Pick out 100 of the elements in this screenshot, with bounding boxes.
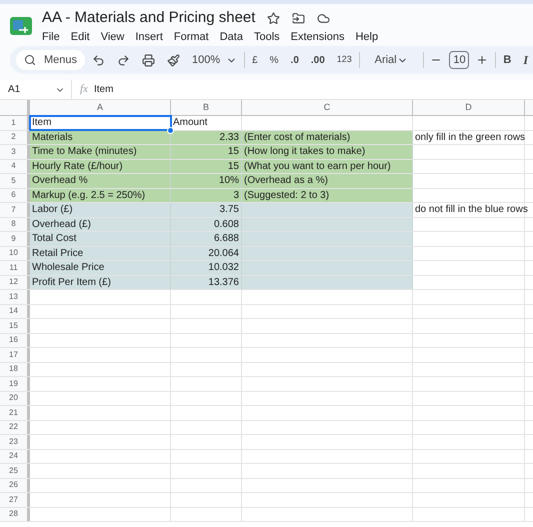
table-cell[interactable]: 3.75 [171, 203, 242, 216]
table-cell[interactable]: Profit Per Item (£) [30, 276, 171, 289]
table-cell[interactable]: 0.608 [171, 218, 242, 231]
table-cell[interactable]: Time to Make (minutes) [30, 145, 171, 158]
row-header[interactable]: 8 [0, 218, 30, 231]
table-cell[interactable]: (How long it takes to make) [242, 145, 413, 158]
increase-decimals-button[interactable]: .00 [306, 48, 330, 72]
table-cell[interactable]: 6.688 [171, 232, 242, 246]
bold-button[interactable]: B [498, 48, 516, 72]
column-header[interactable]: B [171, 100, 242, 115]
document-title[interactable]: AA - Materials and Pricing sheet [42, 8, 256, 28]
table-cell[interactable] [242, 261, 413, 274]
row-header[interactable]: 15 [0, 319, 30, 332]
zoom-dropdown[interactable]: 100% [187, 48, 242, 72]
table-cell[interactable]: only fill in the green rows [413, 130, 525, 144]
menu-item[interactable]: Insert [135, 29, 163, 46]
column-header[interactable]: C [242, 100, 413, 115]
row-header[interactable]: 17 [0, 348, 30, 362]
table-cell[interactable]: Wholesale Price [30, 261, 171, 274]
row-header[interactable]: 21 [0, 406, 30, 420]
font-dropdown[interactable]: Arial [362, 48, 421, 72]
row-header[interactable]: 5 [0, 174, 30, 188]
row-header[interactable]: 18 [0, 362, 30, 376]
row-header[interactable]: 22 [0, 420, 30, 434]
row-header[interactable]: 3 [0, 145, 30, 158]
number-format-button[interactable]: 123 [332, 48, 357, 72]
row-header[interactable]: 27 [0, 493, 30, 506]
formula-field[interactable]: Item [94, 82, 114, 97]
menu-item[interactable]: Extensions [290, 29, 344, 46]
table-cell[interactable]: Labor (£) [30, 203, 171, 216]
font-size-field[interactable]: 10 [449, 51, 470, 69]
cloud-icon[interactable] [317, 12, 330, 24]
name-box[interactable]: A1 [0, 80, 72, 99]
table-cell[interactable]: Item [30, 116, 171, 130]
row-header[interactable]: 20 [0, 392, 30, 405]
row-header[interactable]: 9 [0, 232, 30, 246]
table-cell[interactable] [242, 246, 413, 260]
table-cell[interactable]: Retail Price [30, 246, 171, 260]
row-header[interactable]: 28 [0, 508, 30, 521]
currency-button[interactable]: £ [247, 48, 263, 72]
move-folder-icon[interactable] [292, 12, 306, 24]
table-cell[interactable]: 10.032 [171, 261, 242, 274]
menus-search-field[interactable]: Menus [16, 50, 86, 70]
row-header[interactable]: 7 [0, 203, 30, 216]
table-cell[interactable]: (Enter cost of materials) [242, 130, 413, 144]
row-header[interactable]: 24 [0, 450, 30, 463]
column-header[interactable]: D [413, 100, 525, 115]
percent-button[interactable]: % [264, 48, 284, 72]
row-header[interactable]: 14 [0, 304, 30, 318]
function-icon: fx [80, 81, 88, 98]
table-cell[interactable]: 10% [171, 174, 242, 188]
table-cell[interactable]: 15 [171, 160, 242, 173]
selection-handle[interactable] [167, 126, 174, 134]
menu-item[interactable]: File [42, 29, 60, 46]
decrease-decimals-button[interactable]: .0 [286, 48, 304, 72]
table-cell[interactable]: Overhead (£) [30, 218, 171, 231]
row-header[interactable]: 12 [0, 276, 30, 289]
row-header[interactable]: 25 [0, 464, 30, 478]
table-cell[interactable]: (Suggested: 2 to 3) [242, 188, 413, 202]
table-cell[interactable] [242, 232, 413, 246]
redo-icon [117, 54, 130, 66]
menu-item[interactable]: View [100, 29, 124, 46]
row-header[interactable]: 19 [0, 377, 30, 390]
star-icon[interactable] [267, 12, 280, 24]
table-cell[interactable]: do not fill in the blue rows [413, 203, 525, 216]
italic-button[interactable]: I [518, 48, 533, 72]
table-cell[interactable] [242, 203, 413, 216]
menu-item[interactable]: Tools [254, 29, 280, 46]
table-cell[interactable]: Markup (e.g. 2.5 = 250%) [30, 188, 171, 202]
row-header[interactable]: 2 [0, 130, 30, 144]
table-cell[interactable] [242, 218, 413, 231]
table-cell[interactable]: Materials [30, 130, 171, 144]
row-header[interactable]: 11 [0, 261, 30, 274]
table-cell[interactable]: Hourly Rate (£/hour) [30, 160, 171, 173]
row-header[interactable]: 16 [0, 334, 30, 347]
row-header[interactable]: 26 [0, 478, 30, 492]
menu-item[interactable]: Edit [70, 29, 90, 46]
menu-item[interactable]: Format [174, 29, 209, 46]
row-header[interactable]: 1 [0, 116, 30, 130]
spreadsheet-logo-icon[interactable] [10, 17, 32, 35]
table-cell[interactable]: 2.33 [171, 130, 242, 144]
table-cell[interactable]: (Overhead as a %) [242, 174, 413, 188]
table-cell[interactable]: Total Cost [30, 232, 171, 246]
table-cell[interactable]: Amount [171, 116, 242, 130]
row-header[interactable]: 23 [0, 435, 30, 448]
menu-item[interactable]: Help [355, 29, 378, 46]
table-cell[interactable]: 3 [171, 188, 242, 202]
row-header[interactable]: 6 [0, 188, 30, 202]
row-header[interactable]: 10 [0, 246, 30, 260]
table-cell[interactable]: (What you want to earn per hour) [242, 160, 413, 173]
row-header[interactable]: 13 [0, 290, 30, 304]
undo-icon [92, 54, 106, 66]
table-cell[interactable]: 15 [171, 145, 242, 158]
table-cell[interactable] [242, 276, 413, 289]
table-cell[interactable]: 20.064 [171, 246, 242, 260]
column-header[interactable]: A [30, 100, 171, 115]
table-cell[interactable]: Overhead % [30, 174, 171, 188]
row-header[interactable]: 4 [0, 160, 30, 173]
menu-item[interactable]: Data [220, 29, 243, 46]
table-cell[interactable]: 13.376 [171, 276, 242, 289]
